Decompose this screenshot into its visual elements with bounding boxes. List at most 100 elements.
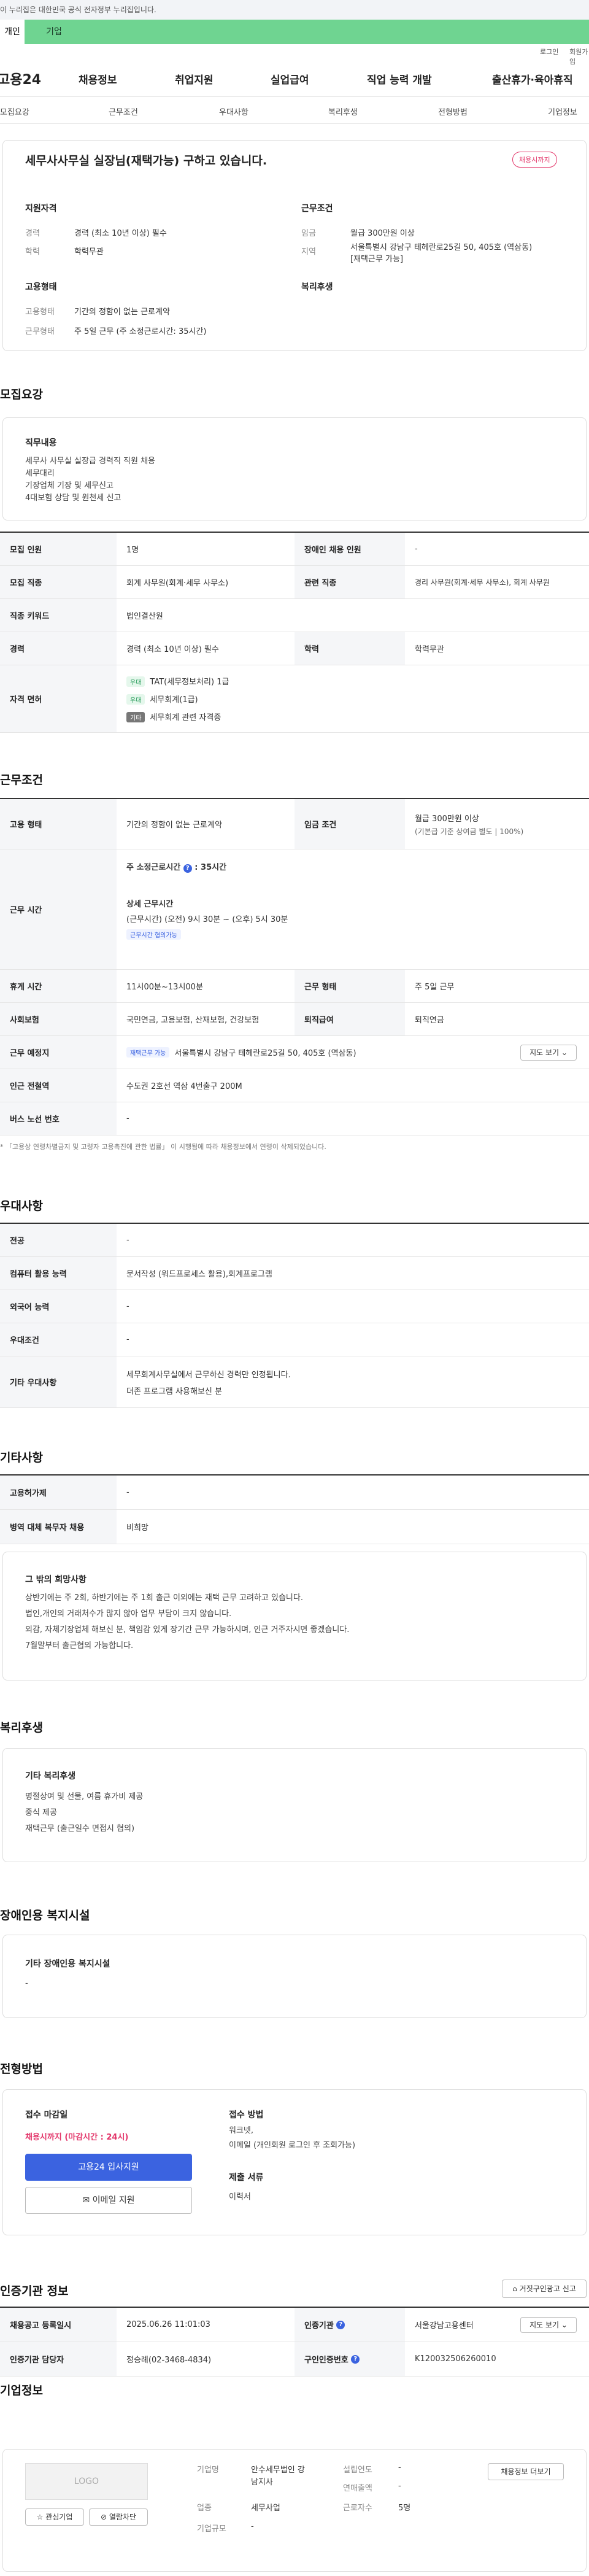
star-icon: ☆ (36, 2513, 44, 2521)
duty-card: 직무내용 세무사 사무실 실장급 경력직 직원 채용 세무대리 기장업체 기장 … (2, 417, 587, 520)
report-button[interactable]: ⌂ 거짓구인광고 신고 (502, 2280, 587, 2298)
cert-table: 채용공고 등록일시 2025.06.26 11:01:03 인증기관 ? 서울강… (0, 2307, 589, 2377)
row-label: 고용허가제 (0, 1476, 117, 1509)
disab-heading: 장애인용 복지시설 (0, 1909, 90, 1922)
conditions-heading: 근무조건 (0, 773, 43, 787)
row-value: 수도권 2호선 역삼 4번출구 200M (126, 1082, 242, 1091)
area-remote: [재택근무 가능] (350, 255, 404, 264)
table-row: 버스 노선 번호 - (0, 1102, 589, 1135)
weekly-value: 35시간 (201, 863, 227, 872)
license-name: 세무회계(1급) (150, 695, 198, 705)
company-logo: LOGO (25, 2463, 148, 2500)
table-row: 외국어 능력 - (0, 1290, 589, 1323)
license-name: TAT(세무정보처리) 1급 (150, 678, 229, 687)
detail-chip: 근무시간 협의가능 (126, 929, 181, 940)
info-icon[interactable]: ? (336, 2320, 345, 2329)
row-value: 1명 (126, 546, 139, 555)
other-title: 그 밖의 희망사항 (25, 1575, 87, 1585)
sales-label: 연매출액 (343, 2484, 372, 2493)
row-value: 국민연금, 고용보험, 산재보험, 건강보험 (126, 1016, 260, 1025)
place-value: 서울특별시 강남구 테헤란로25길 50, 405호 (역삼동) (174, 1049, 356, 1058)
duty-1: 세무사 사무실 실장급 경력직 직원 채용 (25, 457, 156, 466)
row-value: - (126, 1114, 129, 1123)
row-label: 퇴직급여 (294, 1003, 405, 1035)
anchor-pref[interactable]: 우대사항 (219, 106, 248, 117)
tab-personal[interactable]: 개인 (0, 20, 25, 44)
row-label: 전공 (0, 1224, 117, 1256)
year-value: - (398, 2463, 401, 2472)
info-icon[interactable]: ? (183, 864, 192, 873)
fav-button[interactable]: ☆ 관심기업 (25, 2508, 84, 2526)
method-line: 워크넷, (229, 2126, 254, 2135)
anchor-process[interactable]: 전형방법 (438, 106, 468, 117)
anchor-condition[interactable]: 근무조건 (109, 106, 138, 117)
work-type-label: 근무형태 (25, 327, 55, 336)
table-row: 채용공고 등록일시 2025.06.26 11:01:03 인증기관 ? 서울강… (0, 2308, 589, 2342)
site-logo[interactable]: 고용24 (0, 69, 41, 88)
map-button[interactable]: 지도 보기 ⌄ (520, 1045, 577, 1061)
biz-label: 업종 (197, 2504, 212, 2513)
apply-button[interactable]: 고용24 입사지원 (25, 2154, 192, 2181)
disab-value: - (25, 1979, 28, 1988)
home-icon: ⌂ (512, 2284, 517, 2293)
gnb-leave[interactable]: 출산휴가·육아휴직 (492, 71, 573, 87)
row-label: 기타 우대사항 (0, 1356, 117, 1407)
gnb: 고용24 채용정보 취업지원 실업급여 직업 능력 개발 출산휴가·육아휴직 (0, 58, 589, 97)
row-label: 직종 키워드 (0, 599, 117, 632)
login-link[interactable]: 로그인 (540, 47, 558, 56)
anchor-nav: 모집요강 근무조건 우대사항 복리후생 전형방법 기업정보 (0, 97, 589, 124)
table-row: 직종 키워드 법인결산원 (0, 599, 589, 632)
email-apply-button[interactable]: ✉ 이메일 지원 (25, 2187, 192, 2214)
job-title: 세무사사무실 실장님(재택가능) 구하고 있습니다. (25, 154, 268, 168)
block-button[interactable]: ⊘ 열람차단 (89, 2508, 148, 2526)
gnb-benefit[interactable]: 실업급여 (271, 71, 309, 87)
welfare-item: 명절상여 및 선물, 여름 휴가비 제공 (25, 1792, 144, 1801)
company-card: LOGO ☆ 관심기업 ⊘ 열람차단 기업명 안수세무법인 강 남지사 업종 세… (2, 2449, 587, 2572)
wage-note: (기본급 기준 상여금 별도 | 100%) (415, 827, 524, 836)
anchor-company[interactable]: 기업정보 (548, 106, 577, 117)
info-icon[interactable]: ? (351, 2354, 360, 2364)
block-icon: ⊘ (100, 2513, 107, 2521)
row-value: 서울강남고용센터 (415, 2321, 474, 2330)
license-tag: 우대 (126, 676, 145, 687)
gnb-training[interactable]: 직업 능력 개발 (367, 71, 432, 87)
company-heading: 기업정보 (0, 2384, 43, 2397)
welfare-item: 재택근무 (출근일수 면접시 협의) (25, 1824, 135, 1833)
area-label: 지역 (301, 247, 316, 257)
row-label: 근무 형태 (294, 970, 405, 1002)
remote-chip: 재택근무 가능 (126, 1047, 170, 1058)
gnb-support[interactable]: 취업지원 (175, 71, 214, 87)
table-row: 병역 대체 복무자 채용 비희망 (0, 1510, 589, 1544)
row-label: 학력 (294, 632, 405, 665)
welfare-box-title: 기타 복리후생 (25, 1771, 76, 1781)
row-label: 장애인 채용 인원 (294, 533, 405, 565)
row-value: 문서작성 (워드프로세스 활용),회계프로그램 (126, 1270, 272, 1279)
mail-icon: ✉ (82, 2195, 90, 2205)
wage-cell: 월급 300만원 이상 (기본급 기준 상여금 별도 | 100%) (405, 799, 523, 849)
biz-value: 세무사업 (251, 2504, 280, 2513)
size-label: 기업규모 (197, 2524, 226, 2534)
license-item: 우대 TAT(세무정보처리) 1급 (126, 675, 229, 687)
size-value: - (251, 2522, 254, 2531)
util-bar: 로그인 회원가입 (0, 44, 589, 66)
row-label: 버스 노선 번호 (0, 1102, 117, 1135)
gnb-jobs[interactable]: 채용정보 (79, 71, 117, 87)
more-jobs-button[interactable]: 채용정보 더보기 (488, 2463, 564, 2480)
row-label: 컴퓨터 활용 능력 (0, 1257, 117, 1290)
anchor-recruit[interactable]: 모집요강 (0, 106, 29, 117)
block-label: 열람차단 (109, 2513, 137, 2521)
map-button-label: 지도 보기 (529, 2321, 560, 2329)
fav-label: 관심기업 (45, 2513, 73, 2521)
other-line: 7월말부터 출근협의 가능합니다. (25, 1641, 134, 1650)
anchor-welfare[interactable]: 복리후생 (328, 106, 358, 117)
conditions-table: 고용 형태 기간의 정함이 없는 근로계약 임금 조건 월급 300만원 이상 (… (0, 798, 589, 1135)
table-row: 우대조건 - (0, 1323, 589, 1356)
row-label: 근무 예정지 (0, 1036, 117, 1069)
tab-company[interactable]: 기업 (25, 20, 83, 44)
table-row: 컴퓨터 활용 능력 문서작성 (워드프로세스 활용),회계프로그램 (0, 1257, 589, 1290)
org-label: 인증기관 (304, 2321, 334, 2330)
deadline-value: 채용시까지 (마감시간 : 24시) (25, 2133, 129, 2142)
table-row: 자격 면허 우대 TAT(세무정보처리) 1급 우대 세무회계(1급) 기타 세무회계… (0, 665, 589, 733)
map-button[interactable]: 지도 보기 ⌄ (520, 2317, 577, 2333)
duty-3: 기장업체 기장 및 세무신고 (25, 481, 114, 490)
